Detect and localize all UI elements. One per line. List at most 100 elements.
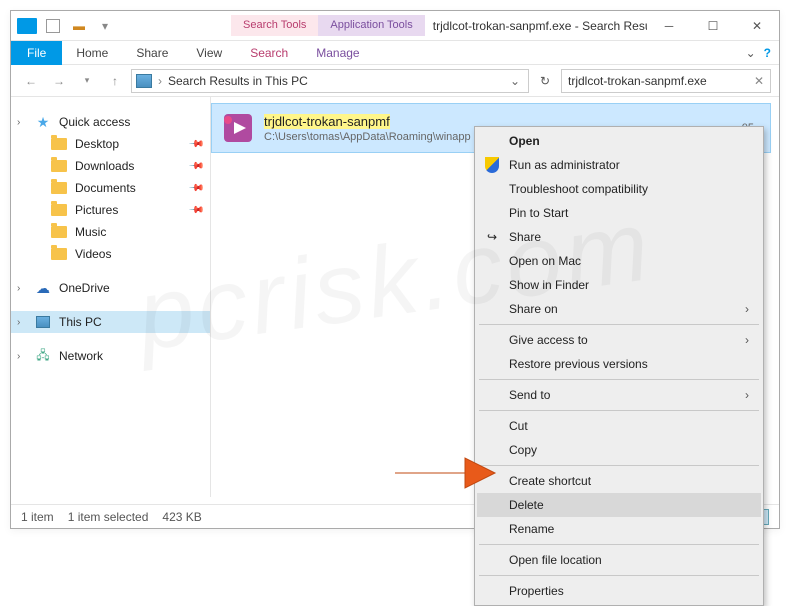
file-tab[interactable]: File <box>11 41 62 65</box>
folder-icon <box>51 158 67 174</box>
close-button[interactable]: ✕ <box>735 11 779 41</box>
menu-separator <box>479 465 759 466</box>
chevron-right-icon[interactable]: › <box>17 117 20 128</box>
pin-icon: 📌 <box>187 136 204 153</box>
menu-send-to[interactable]: Send to› <box>477 383 761 407</box>
pin-icon: 📌 <box>187 158 204 175</box>
app-icon <box>15 14 39 38</box>
status-item-count: 1 item <box>21 510 54 524</box>
qat-new-folder-icon[interactable]: ▬ <box>67 14 91 38</box>
nav-this-pc[interactable]: › This PC <box>11 311 210 333</box>
tab-manage[interactable]: Manage <box>302 42 373 64</box>
ribbon: File Home Share View Search Manage ⌄ ? <box>11 41 779 65</box>
window-title: trjdlcot-trokan-sanpmf.exe - Search Resu… <box>425 19 647 33</box>
nav-label: Desktop <box>75 137 119 151</box>
nav-downloads[interactable]: Downloads 📌 <box>11 155 210 177</box>
menu-rename[interactable]: Rename <box>477 517 761 541</box>
menu-open-mac[interactable]: Open on Mac <box>477 249 761 273</box>
nav-label: Network <box>59 349 103 363</box>
nav-label: Videos <box>75 247 111 261</box>
search-tools-tab-header: Search Tools <box>231 15 318 36</box>
chevron-right-icon: › <box>745 302 749 316</box>
menu-separator <box>479 544 759 545</box>
tab-home[interactable]: Home <box>62 42 122 64</box>
file-name: trjdlcot-trokan-sanpmf <box>264 114 390 129</box>
folder-icon <box>51 180 67 196</box>
status-selected: 1 item selected <box>68 510 149 524</box>
folder-icon <box>51 224 67 240</box>
maximize-button[interactable]: ☐ <box>691 11 735 41</box>
tab-view[interactable]: View <box>182 42 236 64</box>
title-bar: ▬ ▾ Search Tools Application Tools trjdl… <box>11 11 779 41</box>
refresh-button[interactable]: ↻ <box>533 69 557 93</box>
search-field[interactable]: trjdlcot-trokan-sanpmf.exe ✕ <box>561 69 771 93</box>
back-button[interactable]: ← <box>19 69 43 93</box>
chevron-right-icon[interactable]: › <box>17 317 20 328</box>
recent-dropdown-icon[interactable]: ▾ <box>75 69 99 93</box>
menu-show-finder[interactable]: Show in Finder <box>477 273 761 297</box>
onedrive-icon: ☁ <box>35 280 51 296</box>
minimize-button[interactable]: ─ <box>647 11 691 41</box>
chevron-right-icon[interactable]: › <box>17 351 20 362</box>
menu-run-admin[interactable]: Run as administrator <box>477 153 761 177</box>
menu-cut[interactable]: Cut <box>477 414 761 438</box>
menu-troubleshoot[interactable]: Troubleshoot compatibility <box>477 177 761 201</box>
nav-onedrive[interactable]: › ☁ OneDrive <box>11 277 210 299</box>
share-icon: ↪ <box>483 228 501 246</box>
quick-access-toolbar: ▬ ▾ <box>11 14 121 38</box>
menu-open[interactable]: Open <box>477 129 761 153</box>
menu-pin-start[interactable]: Pin to Start <box>477 201 761 225</box>
context-menu: Open Run as administrator Troubleshoot c… <box>474 126 764 606</box>
window-buttons: ─ ☐ ✕ <box>647 11 779 41</box>
nav-music[interactable]: Music <box>11 221 210 243</box>
exe-icon <box>220 110 256 146</box>
menu-copy[interactable]: Copy <box>477 438 761 462</box>
annotation-arrow <box>390 448 500 501</box>
folder-icon <box>51 246 67 262</box>
nav-desktop[interactable]: Desktop 📌 <box>11 133 210 155</box>
menu-separator <box>479 379 759 380</box>
menu-separator <box>479 575 759 576</box>
nav-network[interactable]: › 🖧 Network <box>11 345 210 367</box>
nav-pictures[interactable]: Pictures 📌 <box>11 199 210 221</box>
menu-share-on[interactable]: Share on› <box>477 297 761 321</box>
address-field[interactable]: › Search Results in This PC ⌄ <box>131 69 529 93</box>
menu-open-location[interactable]: Open file location <box>477 548 761 572</box>
address-text: Search Results in This PC <box>168 74 308 88</box>
nav-label: Pictures <box>75 203 118 217</box>
search-clear-icon[interactable]: ✕ <box>754 74 764 88</box>
forward-button[interactable]: → <box>47 69 71 93</box>
network-icon: 🖧 <box>35 348 51 364</box>
address-dropdown-icon[interactable]: ⌄ <box>506 74 524 88</box>
nav-videos[interactable]: Videos <box>11 243 210 265</box>
pin-icon: 📌 <box>187 180 204 197</box>
menu-give-access[interactable]: Give access to› <box>477 328 761 352</box>
shield-icon <box>483 156 501 174</box>
nav-label: This PC <box>59 315 102 329</box>
menu-separator <box>479 410 759 411</box>
nav-documents[interactable]: Documents 📌 <box>11 177 210 199</box>
help-icon[interactable]: ? <box>764 46 771 60</box>
menu-share[interactable]: ↪ Share <box>477 225 761 249</box>
nav-quick-access[interactable]: › ★ Quick access <box>11 111 210 133</box>
menu-properties[interactable]: Properties <box>477 579 761 603</box>
up-button[interactable]: ↑ <box>103 69 127 93</box>
menu-create-shortcut[interactable]: Create shortcut <box>477 469 761 493</box>
qat-properties-icon[interactable] <box>41 14 65 38</box>
nav-label: Quick access <box>59 115 130 129</box>
nav-label: Documents <box>75 181 136 195</box>
menu-delete[interactable]: Delete <box>477 493 761 517</box>
ribbon-collapse-icon[interactable]: ⌄ <box>746 46 756 60</box>
address-bar: ← → ▾ ↑ › Search Results in This PC ⌄ ↻ … <box>11 65 779 97</box>
chevron-right-icon: › <box>745 333 749 347</box>
status-size: 423 KB <box>162 510 201 524</box>
chevron-right-icon[interactable]: › <box>17 283 20 294</box>
folder-icon <box>51 202 67 218</box>
nav-label: Music <box>75 225 106 239</box>
tab-share[interactable]: Share <box>122 42 182 64</box>
menu-restore[interactable]: Restore previous versions <box>477 352 761 376</box>
tab-search[interactable]: Search <box>236 42 302 64</box>
qat-dropdown-icon[interactable]: ▾ <box>93 14 117 38</box>
navigation-pane: › ★ Quick access Desktop 📌 Downloads 📌 D… <box>11 97 211 497</box>
pc-icon <box>35 314 51 330</box>
